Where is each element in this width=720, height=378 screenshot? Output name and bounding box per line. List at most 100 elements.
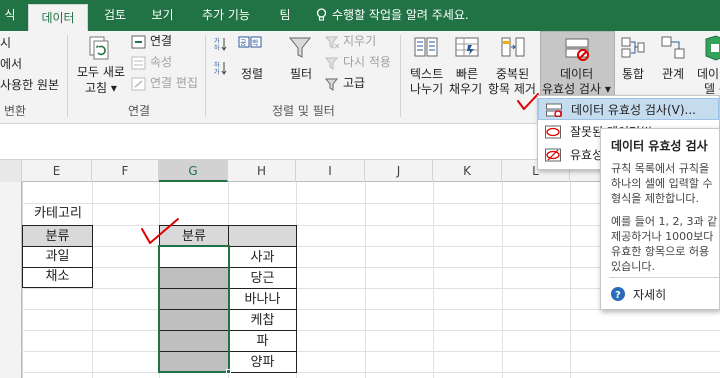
refresh-all-button[interactable]: 모두 새로 <box>77 65 125 80</box>
list-header-h[interactable] <box>228 225 297 247</box>
tell-me-more-link[interactable]: 자세히 <box>633 286 666 303</box>
category-title-cell[interactable]: 카테고리 <box>24 203 92 225</box>
column-header-j[interactable]: J <box>365 160 433 182</box>
sort-za-icon: 하 가 <box>214 61 227 75</box>
item-cell[interactable]: 바나나 <box>228 288 297 310</box>
tooltip-body: 규칙 목록에서 규칙을 하나의 셀에 입력할 수 형식을 제한합니다. <box>611 162 713 205</box>
category-header-cell[interactable]: 분류 <box>22 225 93 247</box>
row-header-column <box>0 182 22 378</box>
data-validation-tooltip: 데이터 유효성 검사 규칙 목록에서 규칙을 하나의 셀에 입력할 수 형식을 … <box>600 128 720 310</box>
flash-fill-button[interactable]: 빠른 <box>456 67 478 82</box>
category-cell-vegetable[interactable]: 채소 <box>22 266 93 288</box>
column-header-k[interactable]: K <box>433 160 502 182</box>
consolidate-button[interactable]: 통합 <box>622 67 644 82</box>
advanced-filter-button[interactable]: 고급 <box>343 76 365 91</box>
item-cell[interactable]: 당근 <box>228 267 297 289</box>
connections-icon <box>131 35 146 49</box>
grid-line <box>570 182 571 378</box>
group-label-sort-filter: 정렬 및 필터 <box>272 104 335 118</box>
item-cell[interactable]: 사과 <box>228 246 297 268</box>
reapply-button[interactable]: 다시 적용 <box>343 55 391 70</box>
help-icon: ? <box>611 287 625 301</box>
filter-icon <box>288 37 312 58</box>
text-to-columns-button[interactable]: 텍스트 <box>410 67 443 82</box>
menu-item-label: 유효성 <box>570 148 604 162</box>
grid-line <box>365 182 366 378</box>
from-table[interactable]: 에서 <box>0 57 22 72</box>
tab-formulas[interactable]: 식 <box>0 0 20 31</box>
circle-invalid-icon <box>545 125 561 139</box>
remove-duplicates-button[interactable]: 중복된 <box>496 67 529 82</box>
svg-text:공: 공 <box>240 39 247 47</box>
group-separator <box>67 35 68 117</box>
clear-circles-icon <box>545 148 561 162</box>
consolidate-icon <box>621 37 645 58</box>
relationships-button[interactable]: 관계 <box>662 67 684 82</box>
group-separator <box>400 35 401 117</box>
grid-line <box>0 351 720 352</box>
svg-text:하: 하 <box>214 61 220 69</box>
properties-icon <box>131 56 146 70</box>
group-label-transform: 변환 <box>4 104 27 118</box>
flash-fill-label2: 채우기 <box>449 82 483 96</box>
data-validation-icon <box>546 103 562 117</box>
svg-text:?: ? <box>615 290 621 301</box>
flash-fill-icon <box>455 37 479 57</box>
recent-sources[interactable]: 사용한 원본 <box>0 78 59 93</box>
edit-links-icon <box>131 77 146 91</box>
column-header-i[interactable]: I <box>296 160 365 182</box>
data-model-button[interactable]: 데이터 <box>697 67 720 82</box>
grid-line <box>433 182 434 378</box>
tell-me-box[interactable]: 수행할 작업을 알려 주세요. <box>332 0 482 31</box>
refresh-all-icon <box>89 36 109 60</box>
tab-addins[interactable]: 추가 기능 <box>195 0 257 31</box>
clear-filter-button[interactable]: 지우기 <box>343 34 376 49</box>
show-queries[interactable]: 시 <box>0 36 11 51</box>
tab-view[interactable]: 보기 <box>140 0 185 31</box>
filter-button[interactable]: 필터 <box>290 67 312 82</box>
item-cell[interactable]: 양파 <box>228 351 297 373</box>
lightbulb-icon <box>316 8 327 21</box>
grid-line <box>0 330 720 331</box>
properties-button[interactable]: 속성 <box>150 55 172 70</box>
fill-handle[interactable] <box>226 369 231 374</box>
tab-data[interactable]: 데이터 <box>28 4 88 31</box>
advanced-filter-icon <box>325 78 339 91</box>
select-all-corner[interactable] <box>0 160 22 182</box>
group-separator <box>205 35 206 117</box>
column-header-e[interactable]: E <box>22 160 92 182</box>
column-header-g[interactable]: G <box>159 160 228 182</box>
column-header-f[interactable]: F <box>92 160 159 182</box>
remove-duplicates-icon <box>501 37 525 57</box>
tooltip-body: 예를 들어 1, 2, 3과 같 제공하거나 1000보다 유효한 항목으로 허… <box>611 215 718 273</box>
data-validation-icon <box>565 38 589 61</box>
menu-item-label: 데이터 유효성 검사(V)... <box>571 103 696 117</box>
sort-az-icon: 가 하 <box>214 37 227 51</box>
tooltip-title: 데이터 유효성 검사 <box>611 139 708 153</box>
connections-button[interactable]: 연결 <box>150 34 172 49</box>
tab-review[interactable]: 검토 <box>95 0 135 31</box>
sort-button[interactable]: 정렬 <box>241 67 263 82</box>
data-validation-label: 데이터 <box>560 67 594 81</box>
grid-line <box>502 182 503 378</box>
red-checkmark-annotation <box>141 218 179 244</box>
tooltip-divider <box>609 277 719 278</box>
relationships-icon <box>661 36 685 59</box>
tab-team[interactable]: 팀 <box>275 0 295 31</box>
reapply-icon <box>325 57 339 70</box>
refresh-all-dropdown[interactable]: 고침 ▾ <box>85 81 117 96</box>
text-to-columns-icon <box>414 37 438 57</box>
item-cell[interactable]: 파 <box>228 330 297 352</box>
svg-text:가: 가 <box>214 37 220 45</box>
column-header-h[interactable]: H <box>228 160 296 182</box>
grid-line <box>0 372 720 373</box>
clear-filter-icon <box>325 36 340 49</box>
edit-links-button[interactable]: 연결 편집 <box>150 76 198 91</box>
selection-range <box>158 245 230 373</box>
svg-text:학: 학 <box>252 38 259 47</box>
ribbon-tab-bar: 식 데이터 검토 보기 추가 기능 팀 수행할 작업을 알려 주세요. <box>0 0 720 31</box>
group-label-connections: 연결 <box>128 104 151 118</box>
item-cell[interactable]: 케찹 <box>228 309 297 331</box>
category-cell-fruit[interactable]: 과일 <box>22 246 93 268</box>
menu-item-data-validation[interactable]: 데이터 유효성 검사(V)... <box>538 98 719 120</box>
